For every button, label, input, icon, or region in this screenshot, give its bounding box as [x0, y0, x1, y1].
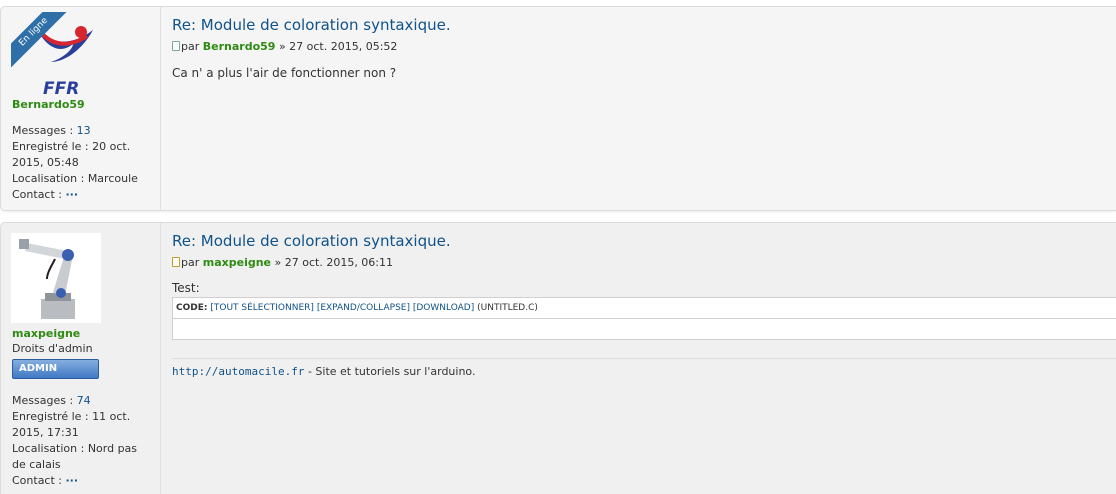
- code-box: CODE: [TOUT SÉLECTIONNER] [EXPAND/COLLAP…: [172, 297, 1116, 340]
- code-label: CODE:: [176, 303, 208, 313]
- post-author: par Bernardo59 » 27 oct. 2015, 05:52: [172, 40, 397, 53]
- code-box-header: CODE: [TOUT SÉLECTIONNER] [EXPAND/COLLAP…: [173, 298, 1116, 319]
- post-profile: maxpeigne Droits d'admin ADMIN Messages …: [1, 223, 161, 494]
- select-all-link[interactable]: [TOUT SÉLECTIONNER]: [210, 303, 314, 313]
- post-content: Test:: [172, 281, 200, 295]
- profile-details: Messages : 74 Enregistré le : 11 oct. 20…: [12, 393, 152, 489]
- download-link[interactable]: [DOWNLOAD]: [413, 303, 474, 313]
- username[interactable]: Bernardo59: [12, 98, 85, 111]
- signature-link[interactable]: http://automacile.fr: [172, 365, 304, 378]
- post-date: » 27 oct. 2015, 06:11: [274, 256, 394, 269]
- contact-menu-icon[interactable]: ···: [66, 188, 79, 201]
- post: FFR En ligne Bernardo59 Messages : 13 En…: [0, 6, 1116, 211]
- post-signature: http://automacile.fr - Site et tutoriels…: [172, 358, 1116, 378]
- profile-details: Messages : 13 Enregistré le : 20 oct. 20…: [12, 123, 152, 203]
- post-profile: FFR En ligne Bernardo59 Messages : 13 En…: [1, 7, 161, 210]
- messages-count-link[interactable]: 74: [77, 394, 91, 407]
- registered-label: Enregistré le :: [12, 140, 89, 153]
- messages-label: Messages :: [12, 394, 74, 407]
- post-date: » 27 oct. 2015, 05:52: [278, 40, 398, 53]
- robot-arm-icon: [11, 233, 101, 323]
- ffr-logo-icon: FFR: [33, 22, 93, 98]
- contact-menu-icon[interactable]: ···: [66, 474, 79, 487]
- svg-text:FFR: FFR: [43, 79, 79, 98]
- post-content: Ca n' a plus l'air de fonctionner non ?: [172, 66, 397, 80]
- location-label: Localisation :: [12, 442, 85, 455]
- admin-rank-badge: ADMIN: [12, 359, 99, 379]
- registered-label: Enregistré le :: [12, 410, 89, 423]
- by-label: par: [181, 40, 200, 53]
- avatar[interactable]: [11, 233, 101, 323]
- post-title-link[interactable]: Re: Module de coloration syntaxique.: [172, 232, 451, 250]
- avatar[interactable]: FFR En ligne: [11, 12, 103, 98]
- code-filename: (UNTITLED.C): [477, 303, 538, 313]
- author-link[interactable]: maxpeigne: [203, 256, 271, 269]
- post-link-icon[interactable]: [172, 257, 180, 267]
- messages-count-link[interactable]: 13: [77, 124, 91, 137]
- messages-label: Messages :: [12, 124, 74, 137]
- location-label: Localisation :: [12, 172, 85, 185]
- signature-text: - Site et tutoriels sur l'arduino.: [304, 365, 476, 378]
- post-title-link[interactable]: Re: Module de coloration syntaxique.: [172, 16, 451, 34]
- username[interactable]: maxpeigne: [12, 327, 80, 340]
- location-value: Marcoule: [87, 172, 138, 185]
- post-link-icon[interactable]: [172, 41, 180, 51]
- expand-collapse-link[interactable]: [EXPAND/COLLAPSE]: [317, 303, 410, 313]
- post: maxpeigne Droits d'admin ADMIN Messages …: [0, 222, 1116, 494]
- rank-title: Droits d'admin: [12, 342, 93, 355]
- author-link[interactable]: Bernardo59: [203, 40, 276, 53]
- contact-label: Contact :: [12, 474, 62, 487]
- by-label: par: [181, 256, 200, 269]
- contact-label: Contact :: [12, 188, 62, 201]
- post-author: par maxpeigne » 27 oct. 2015, 06:11: [172, 256, 393, 269]
